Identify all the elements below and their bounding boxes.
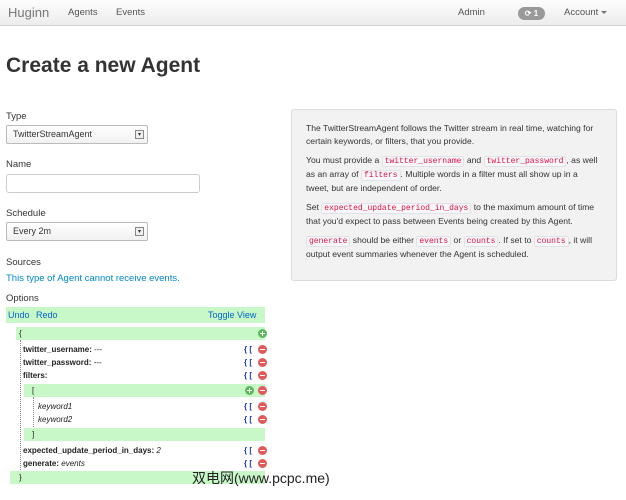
agent-description-panel: The TwitterStreamAgent follows the Twitt… bbox=[291, 109, 617, 281]
page-title: Create a new Agent bbox=[6, 54, 201, 77]
editor-toolbar: Undo Redo Toggle View bbox=[6, 307, 265, 323]
remove-icon[interactable] bbox=[258, 402, 267, 411]
toggle-view-button[interactable]: Toggle View bbox=[208, 307, 256, 323]
json-row-array-close: ] bbox=[24, 428, 265, 441]
type-menu-icon[interactable]: { [ bbox=[244, 444, 252, 457]
type-menu-icon[interactable]: { [ bbox=[244, 343, 252, 356]
remove-icon[interactable] bbox=[258, 459, 267, 468]
name-label: Name bbox=[6, 159, 32, 170]
options-label: Options bbox=[6, 293, 39, 304]
json-editor: Undo Redo Toggle View { twitter_username… bbox=[6, 307, 267, 487]
json-row: twitter_password: --- { [ bbox=[16, 356, 267, 369]
select-arrow-icon: ▾ bbox=[135, 227, 144, 236]
description-paragraph: You must provide a twitter_username and … bbox=[306, 155, 598, 193]
nav-admin[interactable]: Admin bbox=[458, 7, 485, 18]
description-paragraph: generate should be either events or coun… bbox=[306, 235, 592, 259]
type-menu-icon[interactable]: { [ bbox=[244, 356, 252, 369]
nav-agents[interactable]: Agents bbox=[68, 7, 98, 18]
schedule-select[interactable]: Every 2m ▾ bbox=[6, 222, 148, 241]
select-arrow-icon: ▾ bbox=[135, 130, 144, 139]
remove-icon[interactable] bbox=[258, 446, 267, 455]
json-row: twitter_username: --- { [ bbox=[16, 343, 267, 356]
json-row: keyword2 { [ bbox=[16, 413, 267, 426]
remove-icon[interactable] bbox=[258, 345, 267, 354]
watermark: 双电网(www.pcpc.me) bbox=[192, 470, 330, 486]
schedule-label: Schedule bbox=[6, 208, 46, 219]
add-icon[interactable] bbox=[258, 329, 267, 338]
job-count-badge[interactable]: ⟳ 1 bbox=[518, 7, 545, 20]
description-paragraph: The TwitterStreamAgent follows the Twitt… bbox=[306, 123, 594, 146]
sources-text: This type of Agent cannot receive events… bbox=[6, 273, 180, 284]
redo-button[interactable]: Redo bbox=[36, 307, 58, 323]
account-menu[interactable]: Account bbox=[564, 7, 608, 18]
description-paragraph: Set expected_update_period_in_days to th… bbox=[306, 202, 595, 226]
type-select[interactable]: TwitterStreamAgent ▾ bbox=[6, 125, 148, 144]
add-icon[interactable] bbox=[245, 386, 254, 395]
brand-link[interactable]: Huginn bbox=[8, 5, 49, 20]
remove-icon[interactable] bbox=[258, 386, 267, 395]
json-row: filters: { [ bbox=[16, 369, 267, 382]
remove-icon[interactable] bbox=[258, 415, 267, 424]
remove-icon[interactable] bbox=[258, 358, 267, 367]
refresh-icon: ⟳ bbox=[524, 9, 534, 18]
undo-button[interactable]: Undo bbox=[8, 307, 30, 323]
type-label: Type bbox=[6, 111, 27, 122]
sources-label: Sources bbox=[6, 257, 41, 268]
json-row: keyword1 { [ bbox=[16, 400, 267, 413]
type-menu-icon[interactable]: { [ bbox=[244, 413, 252, 426]
nav-events[interactable]: Events bbox=[116, 7, 145, 18]
type-menu-icon[interactable]: { [ bbox=[244, 369, 252, 382]
caret-down-icon bbox=[601, 10, 608, 14]
navbar: Huginn Agents Events Admin ⟳ 1 Account bbox=[0, 0, 626, 26]
json-row-array-open: [ bbox=[24, 384, 267, 397]
json-row-root-open: { bbox=[16, 327, 267, 340]
type-menu-icon[interactable]: { [ bbox=[244, 400, 252, 413]
remove-icon[interactable] bbox=[258, 371, 267, 380]
name-input[interactable] bbox=[6, 174, 200, 193]
json-row: expected_update_period_in_days: 2 { [ bbox=[16, 444, 267, 457]
